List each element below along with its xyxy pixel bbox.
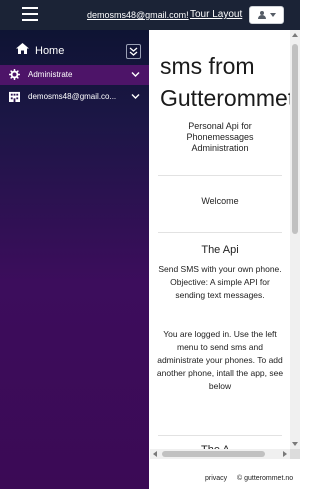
- user-dropdown-button[interactable]: [249, 6, 284, 24]
- page-title: sms from Gutterommet: [160, 50, 294, 114]
- page-subtitle: Personal Api for Phonemessages Administr…: [150, 121, 290, 154]
- title-line-2: Gutterommet: [160, 85, 295, 111]
- vertical-scrollbar[interactable]: [290, 30, 300, 449]
- welcome-text: Welcome: [201, 196, 239, 206]
- subtitle-line-1: Personal Api for: [188, 121, 252, 131]
- tour-layout-link[interactable]: Tour Layout: [190, 9, 242, 20]
- scroll-right-icon[interactable]: [283, 451, 287, 457]
- top-navbar: demosms48@gmail.com! Tour Layout: [0, 0, 300, 30]
- sidebar: Home Administrate demosms48@gmail.co...: [0, 30, 149, 489]
- scroll-up-icon[interactable]: [292, 33, 298, 37]
- vertical-scroll-thumb[interactable]: [292, 44, 298, 234]
- api-instructions: You are logged in. Use the left menu to …: [156, 329, 284, 391]
- scrollbar-corner: [290, 449, 300, 459]
- api-heading: The Api: [201, 244, 239, 256]
- collapse-sidebar-button[interactable]: [126, 44, 141, 59]
- api-description: Send SMS with your own phone. Objective:…: [158, 264, 282, 300]
- sidebar-item-administrate[interactable]: Administrate: [0, 65, 149, 85]
- horizontal-scrollbar[interactable]: [150, 449, 290, 459]
- double-chevron-down-icon: [129, 47, 138, 56]
- caret-down-icon: [269, 13, 276, 17]
- subtitle-line-2: Phonemessages: [186, 132, 254, 142]
- title-line-1: sms from: [160, 53, 255, 79]
- account-email-link[interactable]: demosms48@gmail.com!: [87, 10, 189, 20]
- chevron-down-icon: [131, 72, 140, 77]
- home-label: Home: [35, 45, 65, 57]
- chevron-down-icon: [131, 94, 140, 99]
- subtitle-line-3: Administration: [191, 143, 249, 153]
- copyright-text: © gutterommet.no: [237, 475, 294, 482]
- home-icon: [16, 43, 29, 54]
- sidebar-home[interactable]: Home: [0, 34, 149, 64]
- gear-icon: [9, 69, 20, 80]
- sidebar-item-account[interactable]: demosms48@gmail.co...: [0, 87, 149, 107]
- horizontal-scroll-thumb[interactable]: [162, 451, 265, 457]
- sidebar-item-label: demosms48@gmail.co...: [28, 92, 117, 101]
- hamburger-menu-icon[interactable]: [22, 7, 38, 21]
- privacy-link[interactable]: privacy: [205, 475, 227, 482]
- building-icon: [9, 91, 20, 102]
- main-content[interactable]: sms from Gutterommet Personal Api for Ph…: [150, 30, 300, 459]
- scroll-left-icon[interactable]: [153, 451, 157, 457]
- divider: [158, 232, 282, 233]
- divider: [158, 175, 282, 176]
- user-icon: [257, 11, 266, 19]
- sidebar-item-label: Administrate: [28, 70, 73, 79]
- divider: [158, 435, 282, 436]
- scroll-down-icon[interactable]: [292, 442, 298, 446]
